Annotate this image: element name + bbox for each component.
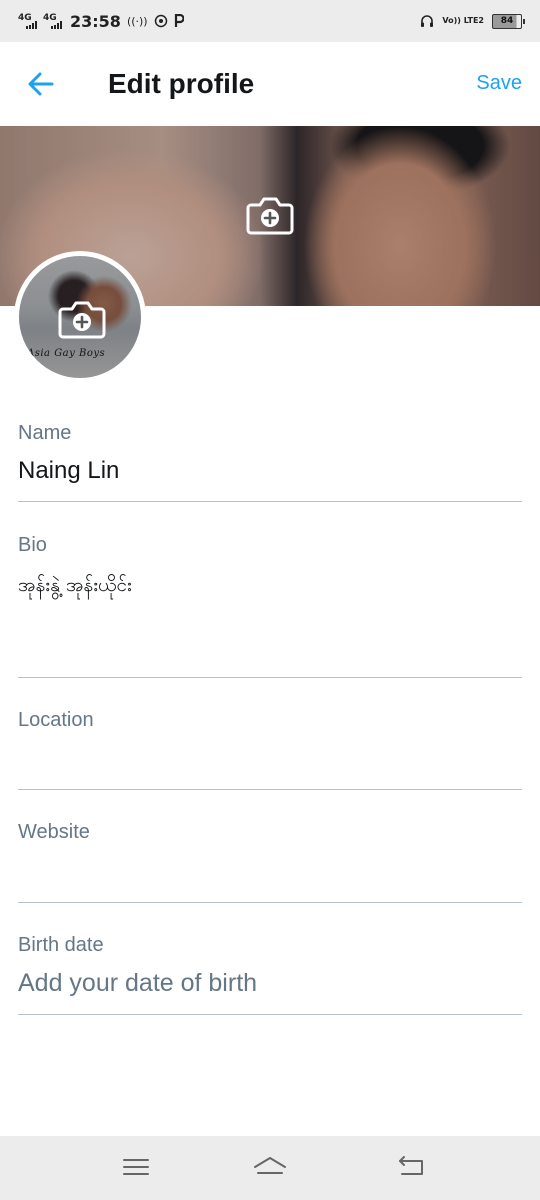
status-bar: 4G 4G 23:58 ((·)) Vo)) LTE2 84 <box>0 0 540 42</box>
location-field[interactable]: Location <box>18 709 522 790</box>
clock: 23:58 <box>70 11 121 31</box>
hotspot-icon: ((·)) <box>126 14 148 28</box>
back-nav-button[interactable] <box>396 1154 426 1180</box>
bio-input[interactable]: အုန်းနွဲ့ အုန်းယိုင်း <box>18 573 522 601</box>
location-label: Location <box>18 709 94 731</box>
name-field[interactable]: Name Naing Lin <box>18 422 522 502</box>
app-header: Edit profile Save <box>0 42 540 126</box>
battery-level: 84 <box>500 16 514 26</box>
website-label: Website <box>18 821 90 843</box>
p-app-icon <box>174 14 184 27</box>
change-avatar-button[interactable] <box>57 298 107 340</box>
battery-icon: 84 <box>492 13 525 29</box>
birth-date-input[interactable]: Add your date of birth <box>18 969 522 998</box>
signal-icon-sim2: 4G <box>43 13 62 29</box>
menu-icon <box>123 1159 149 1175</box>
avatar-image: Asia Gay Boys <box>19 256 141 378</box>
bio-field[interactable]: Bio အုန်းနွဲ့ အုန်းယိုင်း <box>18 534 522 678</box>
change-banner-button[interactable] <box>245 194 295 236</box>
back-icon <box>399 1156 423 1175</box>
page-title: Edit profile <box>108 68 255 99</box>
menu-button[interactable] <box>121 1154 151 1180</box>
headphones-icon <box>421 15 434 27</box>
website-field[interactable]: Website <box>18 821 522 903</box>
volte-indicator: Vo)) LTE2 <box>442 16 484 25</box>
name-input[interactable]: Naing Lin <box>18 457 522 485</box>
signal-icon-sim1: 4G <box>18 13 37 29</box>
add-photo-icon <box>246 197 294 235</box>
birth-date-field[interactable]: Birth date Add your date of birth <box>18 934 522 1015</box>
avatar[interactable]: Asia Gay Boys <box>14 251 146 383</box>
home-button[interactable] <box>252 1154 288 1180</box>
name-label: Name <box>18 422 72 444</box>
notification-icon <box>154 14 167 28</box>
system-nav-bar <box>0 1136 540 1200</box>
arrow-left-icon <box>28 72 54 96</box>
add-photo-icon <box>58 301 106 339</box>
save-button[interactable]: Save <box>476 72 522 95</box>
back-button[interactable] <box>24 68 60 100</box>
bio-label: Bio <box>18 534 47 556</box>
birth-date-label: Birth date <box>18 934 104 956</box>
home-icon <box>254 1157 286 1174</box>
